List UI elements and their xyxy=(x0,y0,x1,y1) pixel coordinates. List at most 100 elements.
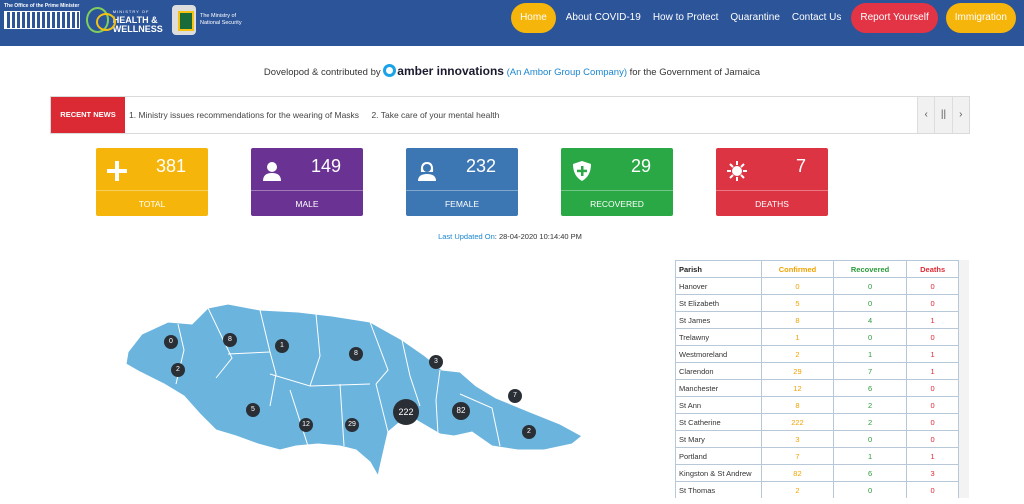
parish-cell: Manchester xyxy=(675,379,762,397)
recovered-cell: 6 xyxy=(832,464,908,482)
total-card: 381 TOTAL xyxy=(96,148,208,216)
news-controls: ‹ || › xyxy=(917,97,969,133)
table-row: St Elizabeth 5 0 0 xyxy=(675,294,959,312)
last-updated: Last Updated On: 28-04-2020 10:14:40 PM xyxy=(0,232,1020,241)
table-row: St James 8 4 1 xyxy=(675,311,959,329)
confirmed-cell: 29 xyxy=(761,362,834,380)
parish-table-body: Hanover 0 0 0 St Elizabeth 5 0 0 St James 8 4 1 Trel… xyxy=(675,277,959,498)
parish-cell: Clarendon xyxy=(675,362,762,380)
logo-mns-line1: The Ministry of xyxy=(200,13,237,19)
recent-news-label: RECENT NEWS xyxy=(51,97,125,133)
deaths-cell: 0 xyxy=(906,277,959,295)
parish-cell: St Elizabeth xyxy=(675,294,762,312)
confirmed-cell: 0 xyxy=(761,277,834,295)
map-marker-st-catherine[interactable]: 222 xyxy=(393,399,419,425)
table-row: Hanover 0 0 0 xyxy=(675,277,959,295)
male-card: 149 MALE xyxy=(251,148,363,216)
deaths-cell: 1 xyxy=(906,311,959,329)
map-marker-hanover[interactable]: 0 xyxy=(164,335,178,349)
office-of-prime-minister-logo[interactable]: The Office of the Prime Minister xyxy=(4,3,84,37)
total-label: TOTAL xyxy=(96,190,208,216)
table-row: Portland 7 1 1 xyxy=(675,447,959,465)
map-marker-st-elizabeth[interactable]: 5 xyxy=(246,403,260,417)
deaths-card: 7 DEATHS xyxy=(716,148,828,216)
deaths-cell: 0 xyxy=(906,328,959,346)
parish-cell: St Mary xyxy=(675,430,762,448)
virus-icon xyxy=(727,161,747,181)
female-label: FEMALE xyxy=(406,190,518,216)
table-row: Trelawny 1 0 0 xyxy=(675,328,959,346)
map-marker-st-james[interactable]: 8 xyxy=(223,333,237,347)
news-item[interactable]: 2. Take care of your mental health xyxy=(371,110,499,120)
credit-group: (An Ambor Group Company) xyxy=(506,67,627,78)
shield-plus-icon xyxy=(573,161,591,181)
deaths-cell: 0 xyxy=(906,481,959,498)
deaths-cell: 3 xyxy=(906,464,959,482)
parish-cell: Westmoreland xyxy=(675,345,762,363)
parish-cell: Kingston & St Andrew xyxy=(675,464,762,482)
logo-mns-line2: National Security xyxy=(200,20,242,26)
parish-table-panel[interactable]: Parish Confirmed Recovered Deaths Hanove… xyxy=(675,260,969,498)
news-next-button[interactable]: › xyxy=(951,97,969,133)
header-deaths: Deaths xyxy=(906,260,959,278)
confirmed-cell: 82 xyxy=(761,464,834,482)
news-pause-button[interactable]: || xyxy=(934,97,951,133)
ministry-health-wellness-logo[interactable]: MINISTRY OF HEALTH & WELLNESS xyxy=(86,3,170,37)
deaths-cell: 1 xyxy=(906,362,959,380)
deaths-cell: 1 xyxy=(906,345,959,363)
news-item[interactable]: 1. Ministry issues recommendations for t… xyxy=(129,110,359,120)
recovered-card: 29 RECOVERED xyxy=(561,148,673,216)
jamaica-map[interactable]: 0 8 2 1 8 3 5 12 29 222 82 7 2 xyxy=(120,300,590,485)
header-recovered: Recovered xyxy=(832,260,908,278)
deaths-label: DEATHS xyxy=(716,190,828,216)
credit-prefix: Dovelopod & contributed by xyxy=(263,67,381,78)
deaths-cell: 0 xyxy=(906,294,959,312)
recovered-value: 29 xyxy=(630,156,651,176)
table-row: St Ann 8 2 0 xyxy=(675,396,959,414)
table-row: Kingston & St Andrew 82 6 3 xyxy=(675,464,959,482)
amber-company-name[interactable]: amber innovations xyxy=(397,64,504,78)
logo-pm-text: The Office of the Prime Minister xyxy=(4,3,80,9)
nav-about-covid[interactable]: About COVID-19 xyxy=(560,3,647,33)
confirmed-cell: 2 xyxy=(761,481,834,498)
recovered-cell: 0 xyxy=(832,430,908,448)
map-marker-trelawny[interactable]: 1 xyxy=(275,339,289,353)
main-nav: Home About COVID-19 How to Protect Quara… xyxy=(507,2,1016,34)
map-marker-st-ann[interactable]: 8 xyxy=(349,347,363,361)
immigration-button[interactable]: Immigration xyxy=(945,3,1016,33)
ministry-national-security-logo[interactable]: The Ministry of National Security xyxy=(172,3,262,37)
parish-cell: Trelawny xyxy=(675,328,762,346)
map-marker-westmoreland[interactable]: 2 xyxy=(171,363,185,377)
female-user-icon xyxy=(418,162,436,181)
news-ticker: RECENT NEWS 1. Ministry issues recommend… xyxy=(50,96,970,134)
nav-quarantine[interactable]: Quarantine xyxy=(724,3,785,33)
credit-suffix: for the Government of Jamaica xyxy=(629,67,761,78)
nav-home[interactable]: Home xyxy=(511,3,556,33)
coat-of-arms-icon xyxy=(172,5,196,35)
deaths-cell: 0 xyxy=(906,413,959,431)
credit-line: Dovelopod & contributed by amber innovat… xyxy=(0,64,1024,78)
map-marker-portland[interactable]: 7 xyxy=(508,389,522,403)
map-marker-manchester[interactable]: 12 xyxy=(299,418,313,432)
nav-how-to-protect[interactable]: How to Protect xyxy=(647,3,725,33)
table-row: St Thomas 2 0 0 xyxy=(675,481,959,498)
logo-mohw-main: HEALTH & WELLNESS xyxy=(112,14,163,34)
amber-logo-icon xyxy=(383,64,397,77)
table-header-row: Parish Confirmed Recovered Deaths xyxy=(675,260,959,278)
map-marker-st-mary[interactable]: 3 xyxy=(429,355,443,369)
recovered-cell: 1 xyxy=(832,345,908,363)
recovered-cell: 6 xyxy=(832,379,908,397)
table-row: Clarendon 29 7 1 xyxy=(675,362,959,380)
parish-cell: Portland xyxy=(675,447,762,465)
report-yourself-button[interactable]: Report Yourself xyxy=(851,3,938,33)
table-row: Manchester 12 6 0 xyxy=(675,379,959,397)
map-marker-kingston-st-andrew[interactable]: 82 xyxy=(452,402,470,420)
map-marker-clarendon[interactable]: 29 xyxy=(345,418,359,432)
news-prev-button[interactable]: ‹ xyxy=(917,97,934,133)
map-marker-st-thomas[interactable]: 2 xyxy=(522,425,536,439)
recovered-cell: 0 xyxy=(832,328,908,346)
nav-contact-us[interactable]: Contact Us xyxy=(786,3,847,33)
deaths-cell: 1 xyxy=(906,447,959,465)
parish-table: Parish Confirmed Recovered Deaths Hanove… xyxy=(675,260,959,498)
parish-cell: St Ann xyxy=(675,396,762,414)
